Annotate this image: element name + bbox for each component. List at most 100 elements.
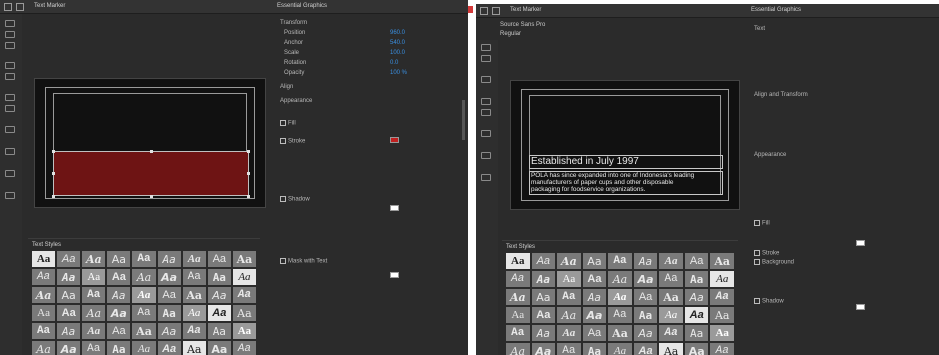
align-center-icon[interactable]: [5, 105, 15, 112]
text-style-thumbnail[interactable]: Aa: [633, 343, 658, 355]
text-style-thumbnail[interactable]: Aa: [557, 307, 581, 323]
ess-row[interactable]: Position 960.0: [280, 30, 460, 38]
text-style-thumbnail[interactable]: Aa: [82, 251, 106, 267]
zoom-tool-icon[interactable]: [5, 126, 15, 133]
layer-icon[interactable]: [5, 148, 15, 155]
background-row[interactable]: Background: [754, 259, 854, 267]
text-style-thumbnail[interactable]: Aa: [107, 305, 131, 321]
text-style-thumbnail[interactable]: Aa: [608, 271, 632, 287]
background-checkbox[interactable]: [754, 259, 760, 265]
shadow-row[interactable]: Shadow: [754, 298, 854, 306]
text-style-thumbnail[interactable]: Aa: [82, 269, 106, 285]
text-style-thumbnail[interactable]: Aa: [182, 269, 206, 285]
text-style-thumbnail[interactable]: Aa: [157, 269, 181, 285]
ess-row[interactable]: Align and Transform: [754, 92, 854, 100]
text-style-thumbnail[interactable]: Aa: [32, 323, 56, 339]
ess-row[interactable]: Transform: [280, 20, 460, 28]
text-style-thumbnail[interactable]: Aa: [710, 343, 734, 355]
pen-tool-icon[interactable]: [5, 62, 15, 69]
text-style-thumbnail[interactable]: Aa: [684, 253, 709, 269]
resize-handle[interactable]: [150, 195, 153, 198]
shadow-row[interactable]: Shadow: [280, 196, 380, 204]
shadow-checkbox[interactable]: [754, 298, 760, 304]
text-style-thumbnail[interactable]: Aa: [207, 305, 231, 321]
text-style-thumbnail[interactable]: Aa: [531, 325, 556, 341]
shadow-color-swatch[interactable]: [856, 304, 865, 310]
text-style-thumbnail[interactable]: Aa: [633, 307, 658, 323]
back-icon[interactable]: [16, 3, 24, 11]
text-style-thumbnail[interactable]: Aa: [608, 307, 632, 323]
text-style-thumbnail[interactable]: Aa: [710, 289, 734, 305]
resize-handle[interactable]: [52, 172, 55, 175]
text-style-thumbnail[interactable]: Aa: [32, 287, 56, 303]
text-style-thumbnail[interactable]: Aa: [506, 307, 530, 323]
text-style-thumbnail[interactable]: Aa: [107, 323, 131, 339]
fill-checkbox[interactable]: [280, 120, 286, 126]
stroke-checkbox[interactable]: [280, 138, 286, 144]
fill-color-swatch[interactable]: [856, 240, 865, 246]
text-style-thumbnail[interactable]: Aa: [557, 325, 581, 341]
text-tool-icon[interactable]: [481, 44, 491, 51]
text-style-thumbnail[interactable]: Aa: [132, 251, 156, 267]
headline-text[interactable]: Established in July 1997: [531, 156, 639, 167]
ess-row[interactable]: Text: [754, 26, 854, 34]
ess-row[interactable]: Appearance: [754, 152, 854, 160]
grid-icon[interactable]: [5, 170, 15, 177]
text-style-thumbnail[interactable]: Aa: [506, 289, 530, 305]
ess-row[interactable]: Rotation 0.0: [280, 60, 460, 68]
text-style-thumbnail[interactable]: Aa: [710, 253, 734, 269]
text-style-thumbnail[interactable]: Aa: [207, 323, 231, 339]
text-style-thumbnail[interactable]: Aa: [57, 323, 81, 339]
text-style-thumbnail[interactable]: Aa: [107, 251, 131, 267]
text-style-thumbnail[interactable]: Aa: [684, 271, 709, 287]
text-style-thumbnail[interactable]: Aa: [506, 253, 530, 269]
ess-row[interactable]: Opacity 100 %: [280, 70, 460, 78]
text-style-thumbnail[interactable]: Aa: [608, 289, 632, 305]
text-style-thumbnail[interactable]: Aa: [232, 287, 256, 303]
red-rectangle-shape[interactable]: [53, 151, 249, 196]
text-style-thumbnail[interactable]: Aa: [232, 323, 256, 339]
shadow-color-swatch[interactable]: [390, 205, 399, 211]
text-styles-title[interactable]: Text Styles: [506, 244, 535, 250]
ess-row[interactable]: Appearance: [280, 98, 460, 106]
resize-handle[interactable]: [247, 150, 250, 153]
text-style-thumbnail[interactable]: Aa: [157, 323, 181, 339]
text-style-thumbnail[interactable]: Aa: [557, 343, 581, 355]
text-style-thumbnail[interactable]: Aa: [710, 325, 734, 341]
text-style-thumbnail[interactable]: Aa: [608, 253, 632, 269]
stroke-row[interactable]: Stroke: [280, 138, 380, 146]
monitor-tab-title[interactable]: Text Marker: [34, 3, 65, 9]
text-style-thumbnail[interactable]: Aa: [132, 287, 156, 303]
text-style-thumbnail[interactable]: Aa: [684, 289, 709, 305]
text-style-thumbnail[interactable]: Aa: [531, 271, 556, 287]
text-style-thumbnail[interactable]: Aa: [207, 287, 231, 303]
text-style-thumbnail[interactable]: Aa: [633, 271, 658, 287]
scrollbar[interactable]: [462, 100, 465, 140]
text-style-thumbnail[interactable]: Aa: [207, 251, 231, 267]
rectangle-tool-icon[interactable]: [481, 55, 491, 62]
text-tool-icon[interactable]: [5, 20, 15, 27]
fill-color-swatch[interactable]: [390, 137, 399, 143]
text-style-thumbnail[interactable]: Aa: [82, 341, 106, 355]
text-style-thumbnail[interactable]: Aa: [684, 307, 709, 323]
program-monitor[interactable]: Established in July 1997 POLA has since …: [510, 80, 740, 210]
text-style-thumbnail[interactable]: Aa: [57, 341, 81, 355]
ess-row[interactable]: Scale 100.0: [280, 50, 460, 58]
text-style-thumbnail[interactable]: Aa: [608, 325, 632, 341]
ess-row[interactable]: Align: [280, 84, 460, 92]
text-style-thumbnail[interactable]: Aa: [582, 343, 607, 355]
text-style-thumbnail[interactable]: Aa: [531, 289, 556, 305]
fill-row[interactable]: Fill: [280, 120, 460, 128]
text-style-thumbnail[interactable]: Aa: [157, 341, 181, 355]
selection-tool-icon[interactable]: [480, 7, 488, 15]
text-style-thumbnail[interactable]: Aa: [32, 341, 56, 355]
text-style-thumbnail[interactable]: Aa: [582, 325, 607, 341]
text-style-thumbnail[interactable]: Aa: [207, 341, 231, 355]
text-style-thumbnail[interactable]: Aa: [57, 305, 81, 321]
text-style-thumbnail[interactable]: Aa: [659, 343, 683, 355]
text-style-thumbnail[interactable]: Aa: [32, 305, 56, 321]
rectangle-tool-icon[interactable]: [5, 31, 15, 38]
text-style-thumbnail[interactable]: Aa: [582, 271, 607, 287]
align-center-icon[interactable]: [481, 109, 491, 116]
text-style-thumbnail[interactable]: Aa: [132, 323, 156, 339]
